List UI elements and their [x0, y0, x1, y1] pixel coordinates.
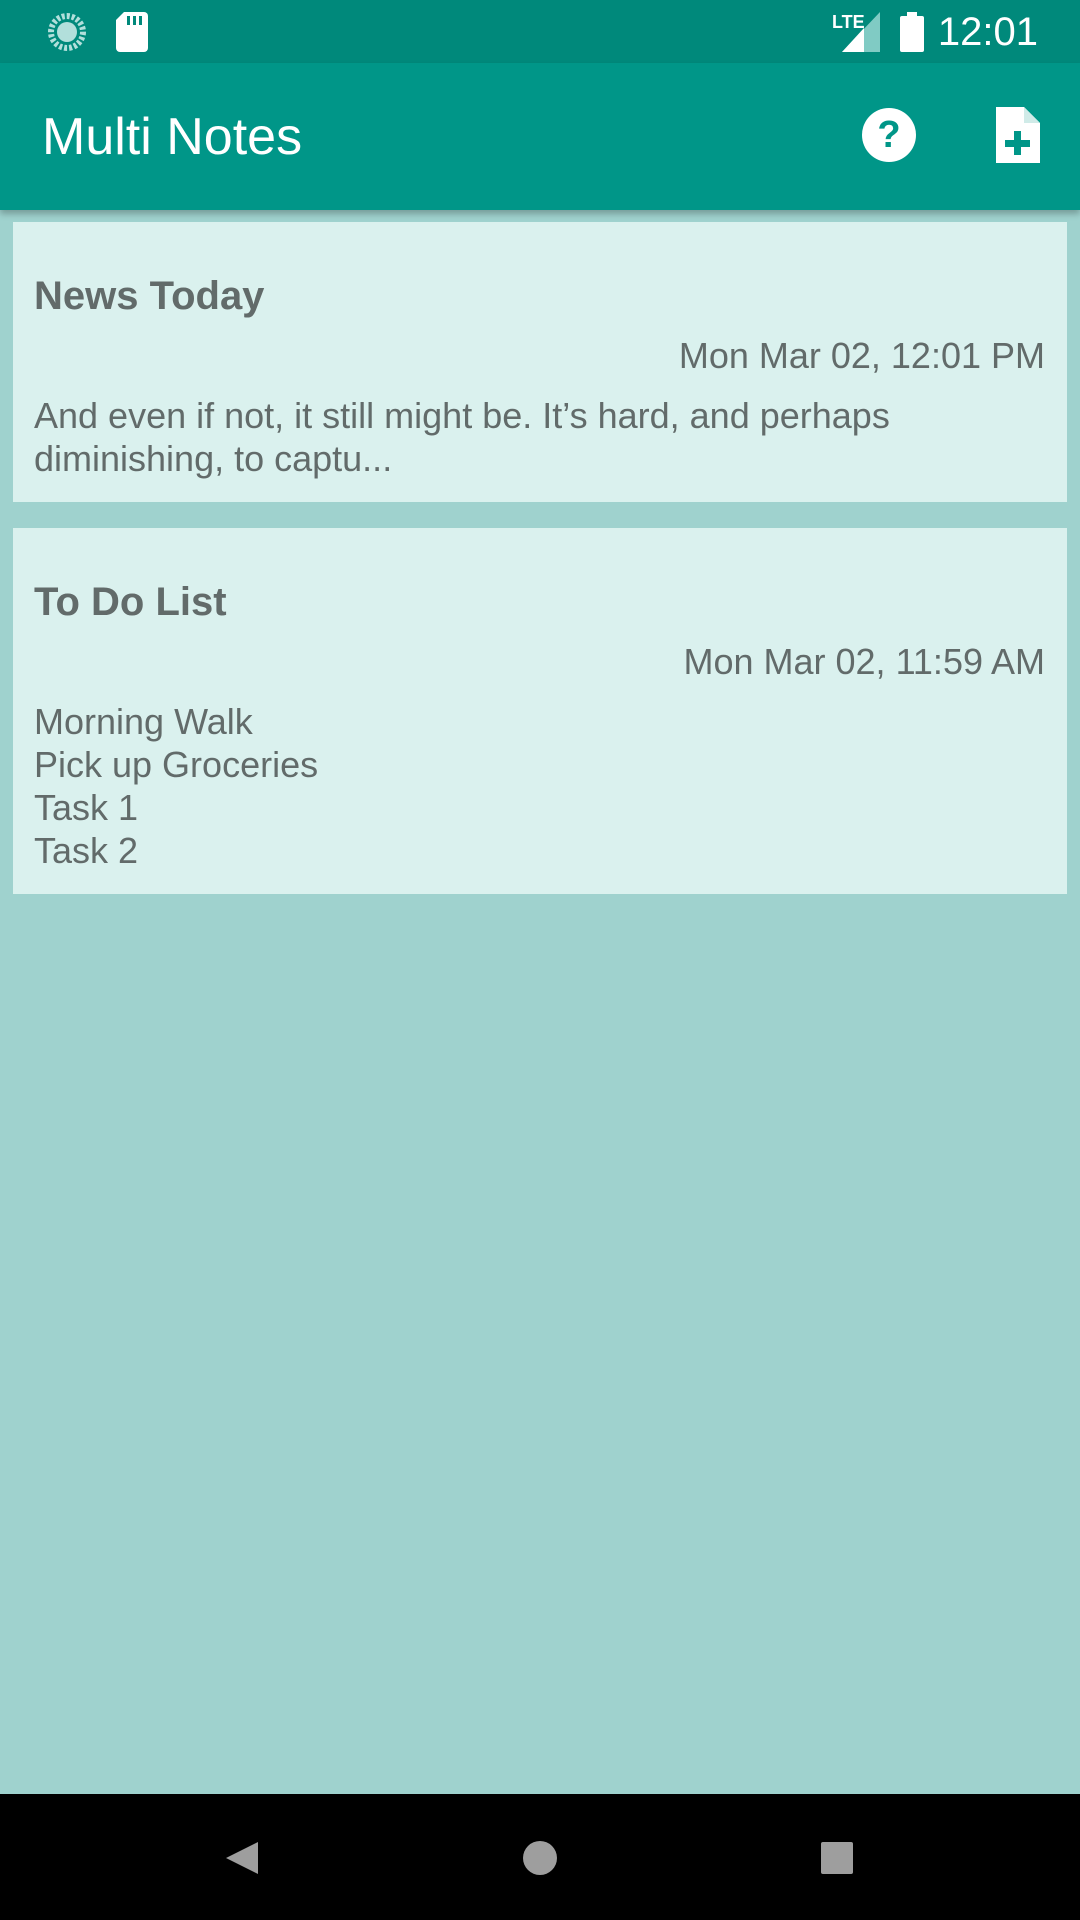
app-bar: Multi Notes ? — [0, 63, 1080, 210]
note-date: Mon Mar 02, 11:59 AM — [683, 641, 1045, 682]
app-title: Multi Notes — [42, 108, 303, 166]
note-date: Mon Mar 02, 12:01 PM — [678, 335, 1045, 376]
status-time: 12:01 — [937, 10, 1038, 54]
svg-text:?: ? — [877, 114, 900, 156]
recents-icon[interactable] — [797, 1820, 877, 1896]
note-title: News Today — [34, 274, 265, 318]
notes-list: News Today Mon Mar 02, 12:01 PM And even… — [13, 222, 1067, 894]
note-title: To Do List — [34, 580, 227, 624]
sd-card-icon — [116, 12, 148, 52]
battery-icon — [900, 12, 924, 52]
help-icon[interactable]: ? — [857, 103, 921, 167]
note-card[interactable]: News Today Mon Mar 02, 12:01 PM And even… — [13, 222, 1067, 502]
note-card[interactable]: To Do List Mon Mar 02, 11:59 AM Morning … — [13, 528, 1067, 894]
back-icon[interactable] — [202, 1820, 282, 1896]
navigation-bar — [0, 1794, 1080, 1920]
status-bar: LTE 12:01 — [0, 0, 1080, 63]
signal-icon — [842, 12, 880, 52]
note-body: Morning Walk Pick up Groceries Task 1 Ta… — [34, 701, 319, 871]
home-icon[interactable] — [500, 1820, 580, 1896]
sync-icon — [48, 13, 86, 51]
note-body: And even if not, it still might be. It’s… — [34, 395, 890, 479]
add-note-icon[interactable] — [984, 103, 1048, 167]
